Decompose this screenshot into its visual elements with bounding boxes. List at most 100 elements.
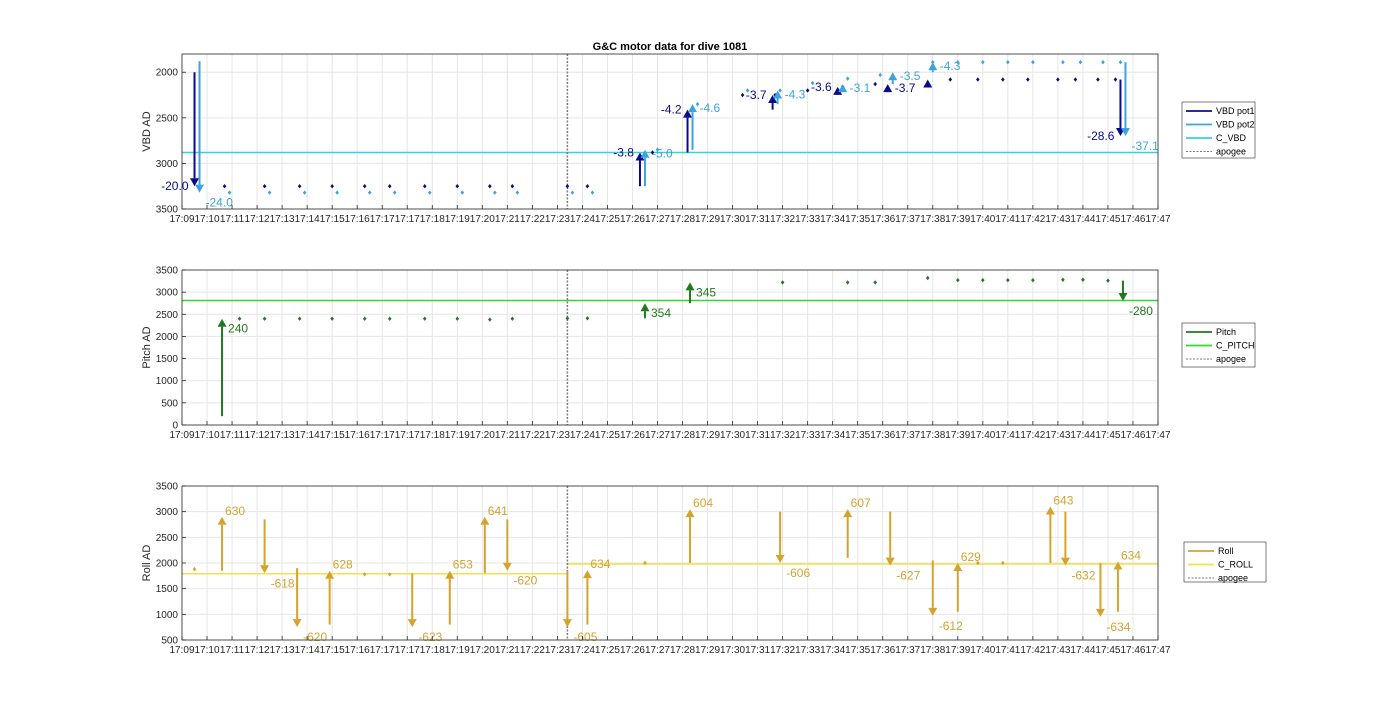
x-tick-label: 17:18	[420, 430, 445, 441]
x-tick-label: 17:18	[420, 214, 445, 225]
arrow-label: -20.0	[161, 179, 189, 193]
x-tick-label: 17:44	[1070, 430, 1095, 441]
x-tick-label: 17:31	[745, 645, 770, 656]
arrow-label: 604	[693, 496, 713, 510]
x-tick-label: 17:35	[845, 214, 870, 225]
panel-3: 630-618-620628-623653641-620-605634604-6…	[141, 482, 1267, 656]
x-tick-label: 17:44	[1070, 645, 1095, 656]
x-tick-label: 17:17	[395, 645, 420, 656]
x-tick-label: 17:22	[520, 214, 545, 225]
x-tick-label: 17:31	[745, 214, 770, 225]
y-tick-label: 2000	[156, 332, 179, 343]
x-tick-label: 17:23	[545, 214, 570, 225]
y-tick-label: 1500	[156, 584, 179, 595]
legend-label: VBD pot1	[1216, 106, 1255, 116]
x-tick-label: 17:42	[1020, 645, 1045, 656]
arrow-label: 354	[651, 306, 671, 320]
arrow-label: 643	[1053, 494, 1073, 508]
arrow-label: -3.7	[746, 88, 767, 102]
arrow-label: -623	[418, 630, 442, 644]
x-tick-label: 17:43	[1045, 645, 1070, 656]
x-tick-label: 17:47	[1145, 430, 1170, 441]
x-tick-label: 17:29	[695, 645, 720, 656]
y-tick-label: 1000	[156, 610, 179, 621]
x-tick-label: 17:19	[445, 430, 470, 441]
x-tick-label: 17:15	[320, 645, 345, 656]
y-axis-label: VBD AD	[141, 111, 153, 151]
legend-label: VBD pot2	[1216, 120, 1255, 130]
y-tick-label: 2500	[156, 310, 179, 321]
legend-label: Pitch	[1216, 327, 1236, 337]
plot-area	[182, 54, 1158, 209]
x-tick-label: 17:13	[270, 214, 295, 225]
x-tick-label: 17:45	[1095, 430, 1120, 441]
panel-2: 240354345-28017:09 17:10 17:11 17:12 17:13 17…	[141, 266, 1256, 441]
x-tick-label: 17:28	[670, 214, 695, 225]
arrow-label: -37.1	[1131, 139, 1159, 153]
x-tick-label: 17:17	[395, 430, 420, 441]
x-tick-label: 17:09	[169, 214, 194, 225]
x-tick-label: 17:11	[220, 214, 245, 225]
x-tick-label: 17:32	[770, 214, 795, 225]
arrow-label: 630	[225, 504, 245, 518]
y-tick-label: 2500	[156, 533, 179, 544]
x-tick-label: 17:19	[445, 645, 470, 656]
x-tick-label: 17:25	[595, 430, 620, 441]
arrow-label: -612	[939, 619, 963, 633]
x-tick-label: 17:42	[1020, 430, 1045, 441]
x-tick-label: 17:23	[545, 430, 570, 441]
arrow-label: -627	[896, 569, 920, 583]
x-tick-label: 17:17	[370, 430, 395, 441]
y-tick-label: 500	[161, 398, 178, 409]
x-tick-label: 17:35	[845, 430, 870, 441]
y-tick-label: 2000	[156, 68, 179, 79]
x-tick-label: 17:36	[870, 430, 895, 441]
x-tick-label: 17:40	[970, 430, 995, 441]
x-tick-label: 17:46	[1120, 214, 1145, 225]
y-tick-label: 3500	[156, 266, 179, 277]
x-tick-label: 17:26	[620, 430, 645, 441]
x-tick-label: 17:30	[720, 430, 745, 441]
x-tick-label: 17:12	[245, 430, 270, 441]
arrow-label: -3.6	[811, 80, 832, 94]
x-tick-label: 17:22	[520, 645, 545, 656]
legend-label: Roll	[1218, 546, 1234, 556]
x-tick-label: 17:32	[770, 645, 795, 656]
arrow-label: 629	[961, 550, 981, 564]
y-tick-label: 2500	[156, 113, 179, 124]
arrow-label: 634	[1121, 548, 1141, 562]
arrow-label: -3.1	[850, 81, 871, 95]
x-tick-label: 17:14	[295, 645, 320, 656]
arrow-label: -618	[271, 576, 295, 590]
x-tick-label: 17:41	[995, 645, 1020, 656]
y-tick-label: 1500	[156, 354, 179, 365]
x-tick-label: 17:34	[820, 214, 845, 225]
x-tick-label: 17:20	[470, 430, 495, 441]
x-tick-label: 17:33	[795, 214, 820, 225]
x-tick-label: 17:30	[720, 645, 745, 656]
y-axis-label: Roll AD	[141, 545, 153, 582]
x-tick-label: 17:40	[970, 645, 995, 656]
x-tick-label: 17:36	[870, 214, 895, 225]
legend-label: C_ROLL	[1218, 560, 1253, 570]
y-tick-label: 0	[172, 421, 178, 432]
arrow-label: -3.8	[613, 145, 634, 159]
y-tick-label: 2000	[156, 559, 179, 570]
arrow-label: -632	[1071, 569, 1095, 583]
x-tick-label: 17:37	[895, 645, 920, 656]
x-tick-label: 17:21	[495, 214, 520, 225]
x-tick-label: 17:12	[245, 214, 270, 225]
x-tick-label: 17:24	[570, 214, 595, 225]
arrow-label: -3.5	[900, 69, 921, 83]
arrow-label: 240	[228, 322, 248, 336]
x-tick-label: 17:38	[920, 430, 945, 441]
x-tick-label: 17:25	[595, 214, 620, 225]
y-tick-label: 3500	[156, 205, 179, 216]
chart-title: G&C motor data for dive 1081	[593, 41, 748, 53]
x-tick-label: 17:27	[645, 430, 670, 441]
x-tick-label: 17:41	[995, 214, 1020, 225]
x-tick-label: 17:24	[570, 430, 595, 441]
legend: Roll C_ROLLapogee	[1183, 541, 1267, 583]
x-tick-label: 17:28	[670, 430, 695, 441]
x-tick-label: 17:14	[295, 430, 320, 441]
